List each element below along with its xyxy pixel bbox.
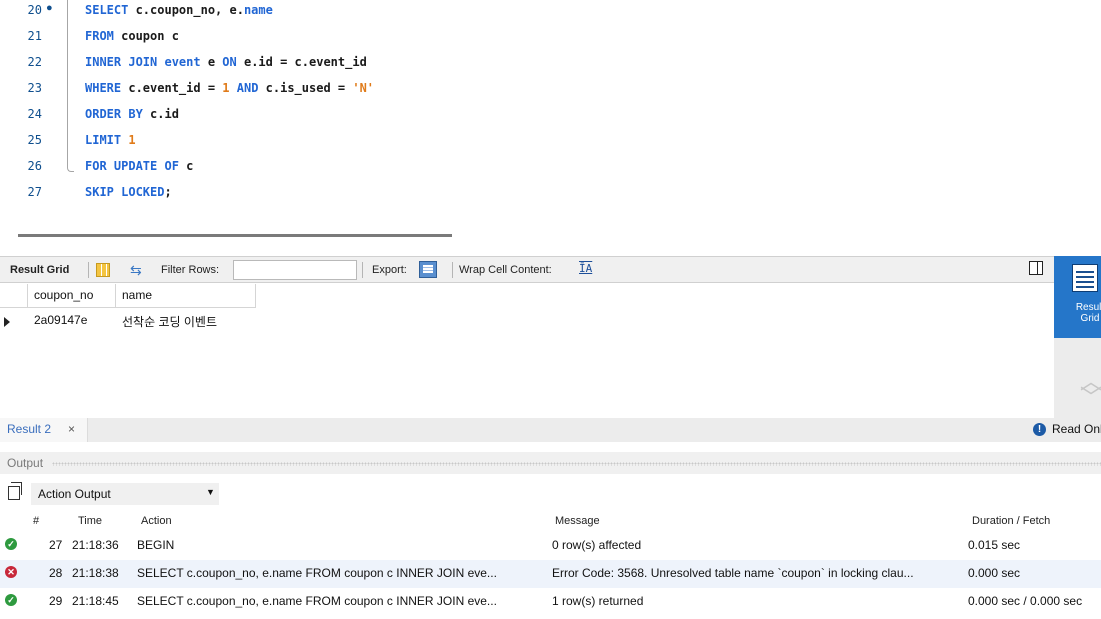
result-side-panel: Result Grid ︿﹀ [1054,256,1101,418]
code-text: ORDER BY c.id [85,107,179,121]
code-text: LIMIT 1 [85,133,136,147]
grid-cell[interactable]: 선착순 코딩 이벤트 [116,310,276,332]
code-text: FROM coupon c [85,29,179,43]
wrap-cell-content-icon[interactable]: ĪA [579,262,592,275]
code-line-22[interactable]: 22 INNER JOIN event e ON e.id = c.event_… [0,52,1101,78]
output-panel-header: Output [0,452,1101,474]
success-check-icon: ✓ [5,594,17,606]
code-text: FOR UPDATE OF c [85,159,194,173]
code-line-21[interactable]: 21 FROM coupon c [0,26,1101,52]
editor-horizontal-scrollbar[interactable] [18,234,452,237]
action-time: 21:18:45 [72,594,119,608]
column-header[interactable]: Time [78,515,102,527]
close-icon[interactable]: × [68,422,75,436]
error-x-icon: ✕ [5,566,17,578]
code-line-25[interactable]: 25 LIMIT 1 [0,130,1101,156]
action-number: 28 [49,566,63,580]
tab-result-2[interactable]: Result 2 × [0,418,88,442]
copy-icon[interactable] [8,482,22,500]
tab-label: Result 2 [7,422,52,436]
code-text: SKIP LOCKED; [85,185,172,199]
filter-rows-label: Filter Rows: [161,264,220,276]
sql-editor[interactable]: 20 ● SELECT c.coupon_no, e.name 21 FROM … [0,0,1101,226]
output-type-select[interactable]: Action Output [31,483,219,505]
action-duration: 0.000 sec [968,566,1021,580]
code-text: WHERE c.event_id = 1 AND c.is_used = 'N' [85,81,375,95]
toolbar-divider [362,262,363,278]
success-check-icon: ✓ [5,538,17,550]
export-label: Export: [372,264,407,276]
table-row[interactable]: ✓ 29 21:18:45 SELECT c.coupon_no, e.name… [0,588,1101,616]
code-line-23[interactable]: 23 WHERE c.event_id = 1 AND c.is_used = … [0,78,1101,104]
toolbar-divider [452,262,453,278]
side-button-label: Result Grid [1075,302,1101,324]
table-row[interactable]: 2a09147e 선착순 코딩 이벤트 [0,310,276,332]
action-duration: 0.015 sec [968,538,1021,552]
result-grid-side-button[interactable]: Result Grid [1054,256,1101,338]
column-header[interactable]: Message [555,515,600,527]
action-text: SELECT c.coupon_no, e.name FROM coupon c… [137,566,497,580]
column-header[interactable]: Duration / Fetch [972,515,1050,527]
action-message: 0 row(s) affected [552,538,642,552]
wrap-cell-content-label: Wrap Cell Content: [459,264,552,276]
row-header-corner [0,284,28,308]
line-number: 22 [27,55,42,69]
output-table-header: # Time Action Message Duration / Fetch [0,512,1101,532]
action-text: SELECT c.coupon_no, e.name FROM coupon c… [137,594,497,608]
output-title: Output [7,456,44,470]
line-marker-icon: ● [46,2,53,14]
action-message: 1 row(s) returned [552,594,644,608]
code-line-26[interactable]: 26 FOR UPDATE OF c [0,156,1101,182]
line-number: 21 [27,29,42,43]
table-row[interactable]: ✕ 28 21:18:38 SELECT c.coupon_no, e.name… [0,560,1101,588]
grid-cell[interactable]: 2a09147e [28,310,116,332]
action-time: 21:18:38 [72,566,119,580]
action-duration: 0.000 sec / 0.000 sec [968,594,1083,608]
action-text: BEGIN [137,538,175,552]
line-number: 27 [27,185,42,199]
result-grid-icon [1072,264,1098,292]
toggle-panel-icon[interactable] [1029,261,1043,275]
code-text: INNER JOIN event e ON e.id = c.event_id [85,55,367,69]
column-header[interactable]: Action [141,515,172,527]
table-row[interactable]: ✓ 27 21:18:36 BEGIN 0 row(s) affected 0.… [0,532,1101,560]
action-time: 21:18:36 [72,538,119,552]
code-line-27[interactable]: 27 SKIP LOCKED; [0,182,1101,208]
code-text: SELECT c.coupon_no, e.name [85,3,273,17]
result-grid-toolbar: Result Grid ⇆ Filter Rows: Export: Wrap … [0,256,1054,283]
splitter-handle[interactable] [52,462,1101,466]
line-number: 25 [27,133,42,147]
output-action-bar: Action Output ▼ [0,482,230,506]
filter-rows-input[interactable] [233,260,357,280]
column-header[interactable]: coupon_no [28,284,116,308]
read-only-status: Read Only [1052,422,1101,436]
result-tabs-bar: Result 2 × ! Read Only [0,418,1101,442]
code-line-24[interactable]: 24 ORDER BY c.id [0,104,1101,130]
action-number: 27 [49,538,63,552]
info-icon: ! [1033,423,1046,436]
action-number: 29 [49,594,63,608]
output-type-value: Action Output [38,487,111,501]
refresh-arrows-icon[interactable]: ⇆ [130,262,142,279]
result-grid-header: coupon_no name [0,284,256,308]
scroll-chevrons-icon[interactable]: ︿ ﹀ [1080,371,1101,409]
line-number: 26 [27,159,42,173]
action-message: Error Code: 3568. Unresolved table name … [552,566,914,580]
column-header[interactable]: name [116,284,256,308]
toolbar-divider [88,262,89,278]
chevron-down-icon[interactable]: ▼ [206,487,215,497]
result-grid-label[interactable]: Result Grid [10,264,69,276]
grid-layout-icon[interactable] [96,263,110,277]
line-number: 20 [27,3,42,17]
column-header[interactable]: # [33,515,39,527]
code-line-20[interactable]: 20 ● SELECT c.coupon_no, e.name [0,0,1101,26]
line-number: 23 [27,81,42,95]
line-number: 24 [27,107,42,121]
export-icon[interactable] [419,261,437,278]
